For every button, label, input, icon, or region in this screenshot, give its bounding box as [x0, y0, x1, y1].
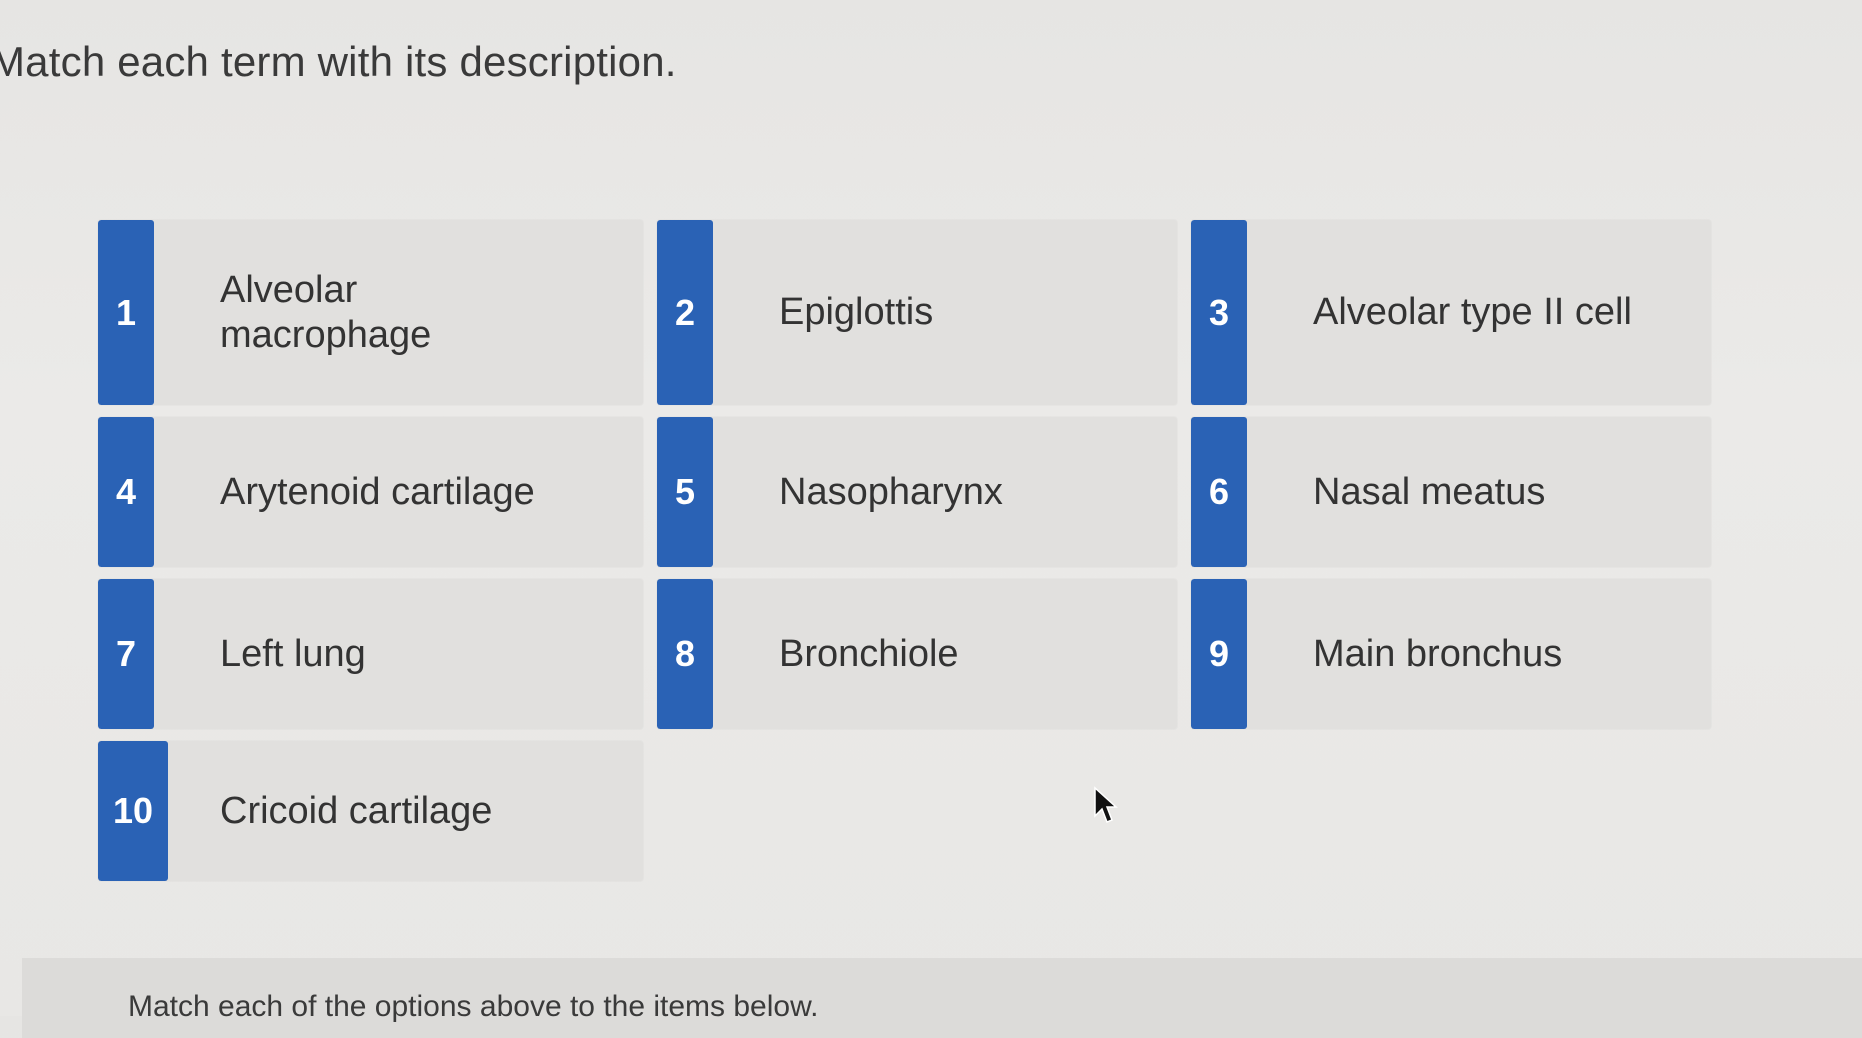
term-label: Nasopharynx — [779, 470, 1003, 513]
term-card-8[interactable]: 8 Bronchiole — [657, 579, 1177, 729]
term-number-badge: 9 — [1191, 579, 1247, 729]
term-number-badge: 5 — [657, 417, 713, 567]
term-number-badge: 7 — [98, 579, 154, 729]
term-card-3[interactable]: 3 Alveolar type II cell — [1191, 220, 1711, 405]
term-card-2[interactable]: 2 Epiglottis — [657, 220, 1177, 405]
term-number-badge: 1 — [98, 220, 154, 405]
term-card-4[interactable]: 4 Arytenoid cartilage — [98, 417, 643, 567]
term-label: Bronchiole — [779, 632, 959, 675]
term-label: Cricoid cartilage — [220, 789, 493, 832]
term-card-7[interactable]: 7 Left lung — [98, 579, 643, 729]
term-label: Alveolar macrophage — [220, 268, 432, 356]
term-card-9[interactable]: 9 Main bronchus — [1191, 579, 1711, 729]
term-number-badge: 6 — [1191, 417, 1247, 567]
term-number-badge: 3 — [1191, 220, 1247, 405]
term-card-6[interactable]: 6 Nasal meatus — [1191, 417, 1711, 567]
term-card-10[interactable]: 10 Cricoid cartilage — [98, 741, 643, 881]
term-label: Epiglottis — [779, 291, 934, 333]
mouse-cursor-icon — [1094, 786, 1118, 823]
term-number-badge: 10 — [98, 741, 168, 881]
term-card-5[interactable]: 5 Nasopharynx — [657, 417, 1177, 567]
term-number-badge: 4 — [98, 417, 154, 567]
term-label: Nasal meatus — [1313, 470, 1546, 513]
terms-grid: 1 Alveolar macrophage 2 Epiglottis 3 Alv… — [98, 220, 1711, 881]
term-label: Alveolar type II cell — [1313, 291, 1632, 333]
term-label: Arytenoid cartilage — [220, 470, 535, 513]
term-number-badge: 8 — [657, 579, 713, 729]
term-number-badge: 2 — [657, 220, 713, 405]
question-prompt: Match each term with its description. — [0, 38, 677, 85]
term-card-1[interactable]: 1 Alveolar macrophage — [98, 220, 643, 405]
term-label: Left lung — [220, 632, 366, 675]
term-label: Main bronchus — [1313, 632, 1563, 675]
instruction-text: Match each of the options above to the i… — [128, 990, 819, 1023]
